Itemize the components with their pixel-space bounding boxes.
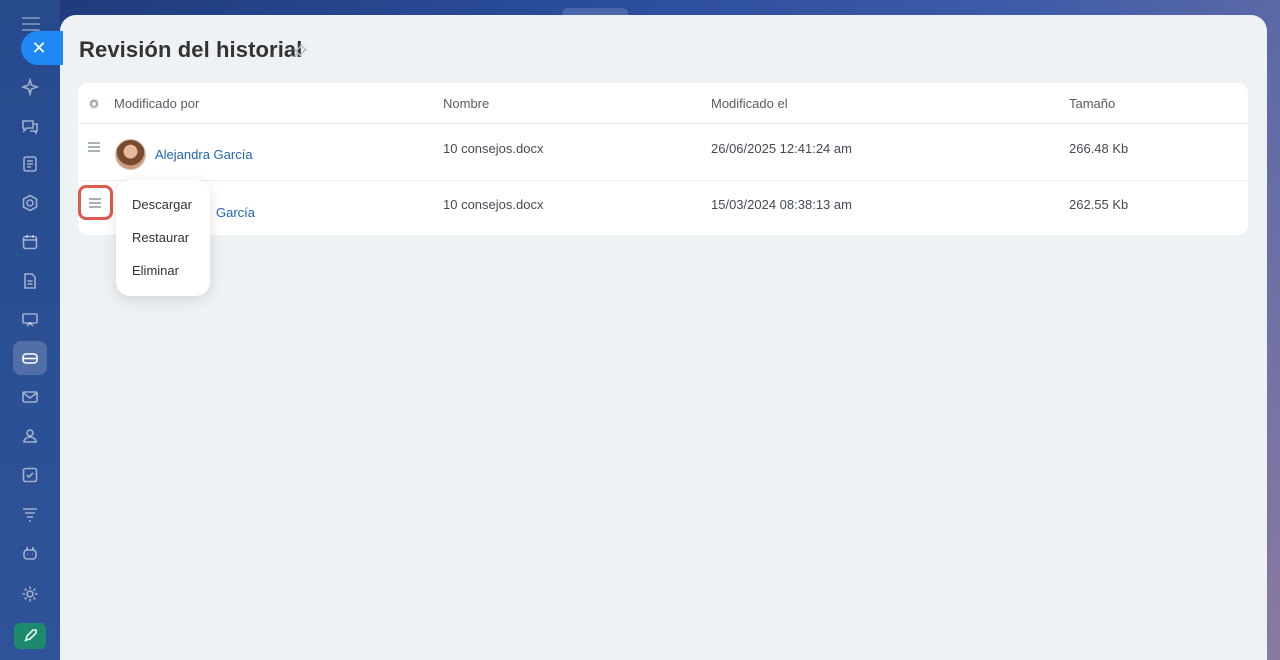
column-header-modified-by[interactable]: Modificado por	[114, 96, 199, 111]
page-title: Revisión del historial	[79, 37, 303, 62]
menu-item-restore[interactable]: Restaurar	[132, 230, 189, 245]
table-row: García 10 consejos.docx 15/03/2024 08:38…	[78, 181, 1248, 237]
row-context-menu: Descargar Restaurar Eliminar	[116, 180, 210, 296]
menu-item-delete[interactable]: Eliminar	[132, 263, 179, 278]
column-header-size[interactable]: Tamaño	[1069, 96, 1115, 111]
modified-date: 15/03/2024 08:38:13 am	[711, 197, 852, 212]
chat-icon[interactable]	[13, 109, 47, 143]
left-sidebar: ✕	[0, 0, 63, 660]
file-size: 266.48 Kb	[1069, 141, 1129, 156]
hexagon-icon[interactable]	[13, 186, 47, 220]
user-link[interactable]: Alejandra García	[155, 147, 253, 162]
table-row: Alejandra García 10 consejos.docx 26/06/…	[78, 125, 1248, 181]
feed-icon[interactable]	[13, 147, 47, 181]
mail-icon[interactable]	[13, 380, 47, 414]
file-name: 10 consejos.docx	[443, 197, 544, 212]
user-link[interactable]: García	[216, 205, 255, 220]
settings-icon[interactable]	[13, 577, 47, 611]
calendar-icon[interactable]	[13, 225, 47, 259]
document-icon[interactable]	[13, 264, 47, 298]
history-table: Modificado por Nombre Modificado el Tama…	[78, 83, 1248, 235]
close-panel-button[interactable]: ✕	[21, 31, 63, 65]
row-menu-button-highlighted[interactable]	[78, 185, 113, 220]
presentation-icon[interactable]	[13, 303, 47, 337]
column-header-name[interactable]: Nombre	[443, 96, 489, 111]
table-header: Modificado por Nombre Modificado el Tama…	[78, 83, 1248, 124]
modified-date: 26/06/2025 12:41:24 am	[711, 141, 852, 156]
pin-icon[interactable]	[293, 43, 308, 58]
filter-icon[interactable]	[13, 497, 47, 531]
column-header-modified-on[interactable]: Modificado el	[711, 96, 788, 111]
history-panel: Revisión del historial Modificado por No…	[60, 15, 1267, 660]
menu-item-download[interactable]: Descargar	[132, 197, 192, 212]
sparkle-icon[interactable]	[13, 70, 47, 104]
menu-icon[interactable]	[22, 17, 40, 31]
robot-icon[interactable]	[13, 536, 47, 570]
tasks-icon[interactable]	[13, 458, 47, 492]
contacts-icon[interactable]	[13, 419, 47, 453]
file-name: 10 consejos.docx	[443, 141, 544, 156]
gear-icon[interactable]	[88, 97, 100, 109]
file-size: 262.55 Kb	[1069, 197, 1129, 212]
row-menu-icon[interactable]	[88, 142, 100, 152]
rocket-icon[interactable]	[14, 623, 46, 649]
drive-icon[interactable]	[13, 341, 47, 375]
avatar	[115, 139, 146, 170]
row-menu-icon[interactable]	[89, 198, 101, 208]
